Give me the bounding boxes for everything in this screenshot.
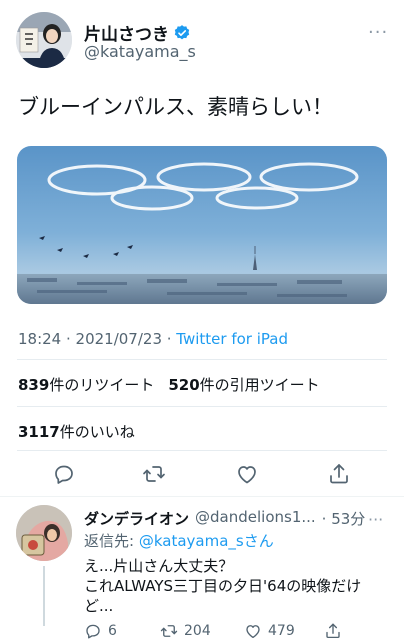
share-icon — [326, 623, 340, 639]
likes-count: 3117 — [18, 423, 60, 441]
reply-text-line: ど... — [84, 597, 114, 615]
reply-reply-count: 6 — [108, 623, 117, 639]
retweets-count: 839 — [18, 376, 50, 394]
likes-label: 件のいいね — [59, 423, 135, 441]
tweet-timestamp[interactable]: 18:24 · 2021/07/23 · — [18, 330, 176, 348]
reply-like-button[interactable]: 479 — [244, 622, 295, 640]
replying-to-prefix: 返信先: — [84, 532, 139, 550]
reply-header: ダンデライオン @dandelions1... · 53分 — [84, 508, 384, 529]
reply-author-handle[interactable]: @dandelions1... — [195, 508, 316, 529]
engagement-stats: 839件のリツイート 520件の引用ツイート — [18, 374, 320, 395]
retweet-icon — [160, 625, 178, 637]
replying-to: 返信先: @katayama_sさん — [84, 530, 274, 551]
like-icon — [246, 625, 260, 639]
tweet-source-link[interactable]: Twitter for iPad — [176, 330, 288, 348]
divider — [17, 406, 387, 407]
quotes-label: 件の引用ツイート — [199, 376, 320, 394]
quotes-count: 520 — [168, 376, 200, 394]
reply-share-button[interactable] — [324, 622, 342, 640]
retweets-stat[interactable]: 839件のリツイート — [18, 374, 154, 395]
reply-text: え...片山さん大丈夫？ これALWAYS三丁目の夕日'64の映像だけ ど... — [84, 556, 384, 616]
reply-like-count: 479 — [268, 623, 295, 639]
reply-time[interactable]: · 53分 — [322, 508, 366, 529]
tweet-action-bar — [0, 452, 404, 496]
reply-icon[interactable] — [52, 462, 76, 486]
replying-to-link[interactable]: @katayama_sさん — [139, 532, 274, 550]
reply-icon — [86, 624, 100, 639]
reply-retweet-count: 204 — [184, 623, 211, 639]
divider — [17, 359, 387, 360]
divider — [17, 450, 387, 451]
reply-author-name[interactable]: ダンデライオン — [84, 508, 189, 529]
thread-line — [43, 566, 45, 626]
divider — [0, 496, 404, 497]
author-handle[interactable]: @katayama_s — [84, 42, 196, 61]
share-icon[interactable] — [327, 462, 351, 486]
reply-author-avatar[interactable] — [16, 505, 72, 561]
author-avatar[interactable] — [16, 12, 72, 68]
reply-retweet-button[interactable]: 204 — [160, 622, 211, 640]
likes-stat[interactable]: 3117件のいいね — [18, 421, 135, 442]
reply-more-options-icon[interactable]: ··· — [368, 510, 383, 529]
retweets-label: 件のリツイート — [49, 376, 155, 394]
tweet-meta: 18:24 · 2021/07/23 · Twitter for iPad — [18, 330, 288, 348]
tweet-media-image[interactable] — [17, 146, 387, 304]
like-icon[interactable] — [235, 462, 259, 486]
verified-badge-icon — [173, 24, 191, 42]
reply-text-line: え...片山さん大丈夫？ — [84, 557, 234, 575]
reply-text-line: これALWAYS三丁目の夕日'64の映像だけ — [84, 577, 362, 595]
more-options-icon[interactable]: ··· — [368, 22, 388, 43]
retweet-icon[interactable] — [142, 462, 166, 486]
reply-action-bar: 6 204 479 — [84, 622, 394, 640]
tweet-text: ブルーインパルス、素晴らしい！ — [18, 95, 333, 119]
quotes-stat[interactable]: 520件の引用ツイート — [168, 374, 319, 395]
reply-reply-button[interactable]: 6 — [84, 622, 117, 640]
